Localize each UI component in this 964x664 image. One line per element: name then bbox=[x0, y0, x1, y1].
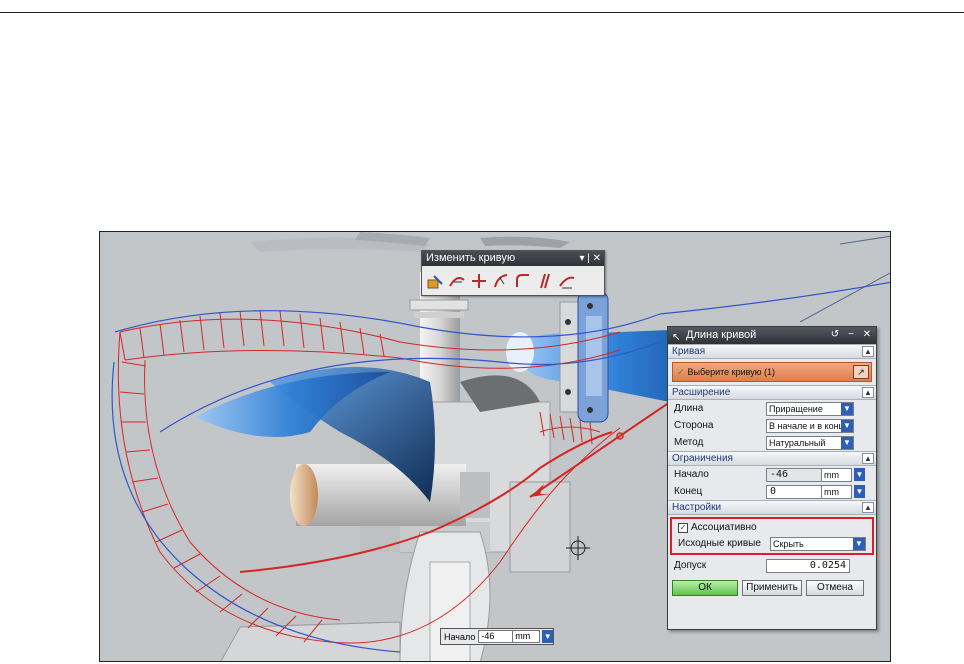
section-limits-title: Ограничения bbox=[672, 453, 733, 464]
method-row: Метод Натуральный ▼ bbox=[668, 434, 876, 451]
source-curves-dropdown[interactable]: Скрыть ▼ bbox=[770, 536, 866, 551]
end-input[interactable]: 0 bbox=[766, 484, 822, 499]
section-curve-title: Кривая bbox=[672, 346, 706, 357]
curve-length-dialog[interactable]: ↖ Длина кривой ↺ − ✕ Кривая ▲ ✓ Выберите… bbox=[667, 326, 877, 630]
length-row: Длина Приращение ▼ bbox=[668, 400, 876, 417]
close-icon[interactable]: ✕ bbox=[860, 328, 874, 342]
trim-curve-icon[interactable] bbox=[447, 270, 467, 292]
cancel-button[interactable]: Отмена bbox=[806, 580, 864, 596]
start-bubble-unit[interactable]: mm bbox=[513, 630, 541, 643]
start-input[interactable]: -46 bbox=[766, 467, 822, 482]
length-label: Длина bbox=[674, 403, 704, 414]
chevron-down-icon[interactable]: ▼ bbox=[841, 402, 853, 415]
method-dropdown[interactable]: Натуральный ▼ bbox=[766, 435, 854, 450]
section-curve-header[interactable]: Кривая ▲ bbox=[668, 344, 876, 359]
method-label: Метод bbox=[674, 437, 704, 448]
section-settings-header[interactable]: Настройки ▲ bbox=[668, 500, 876, 515]
settings-highlight-box: ✓ Ассоциативно Исходные кривые Скрыть ▼ bbox=[670, 517, 874, 555]
chevron-down-icon[interactable]: ▼ bbox=[853, 537, 865, 550]
page: Изменить кривую ▾ | ✕ ↖ Длина кривой ↺ −… bbox=[0, 0, 964, 664]
tolerance-input[interactable]: 0.0254 bbox=[766, 558, 850, 573]
dialog-titlebar[interactable]: ↖ Длина кривой ↺ − ✕ bbox=[668, 327, 876, 344]
start-unit[interactable]: mm bbox=[822, 467, 852, 482]
end-spinner-icon[interactable]: ▼ bbox=[854, 485, 865, 498]
pick-curve-icon[interactable]: ↗ bbox=[853, 365, 869, 379]
edit-curve-params-icon[interactable] bbox=[425, 270, 445, 292]
toolbar-title: Изменить кривую ▾ | ✕ bbox=[422, 251, 604, 266]
graphics-viewport[interactable]: Изменить кривую ▾ | ✕ ↖ Длина кривой ↺ −… bbox=[99, 231, 891, 662]
dialog-buttons: ОК Применить Отмена bbox=[668, 574, 876, 596]
collapse-icon[interactable]: ▲ bbox=[862, 387, 874, 398]
minimize-icon[interactable]: − bbox=[844, 328, 858, 342]
start-row: Начало -46 mm ▼ bbox=[668, 466, 876, 483]
start-spinner-icon[interactable]: ▼ bbox=[854, 468, 865, 481]
method-value: Натуральный bbox=[769, 437, 826, 448]
toolbar-controls[interactable]: ▾ | ✕ bbox=[579, 251, 601, 266]
top-divider bbox=[0, 12, 964, 13]
select-curve-label: Выберите кривую (1) bbox=[687, 367, 775, 377]
tolerance-label: Допуск bbox=[674, 560, 707, 571]
tolerance-row: Допуск 0.0254 bbox=[668, 557, 876, 574]
source-curves-value: Скрыть bbox=[773, 538, 804, 549]
curve-length-icon[interactable] bbox=[557, 270, 577, 292]
length-dropdown[interactable]: Приращение ▼ bbox=[766, 401, 854, 416]
collapse-icon[interactable]: ▲ bbox=[862, 346, 874, 357]
dialog-title: Длина кривой bbox=[686, 329, 757, 341]
source-curves-row: Исходные кривые Скрыть ▼ bbox=[672, 535, 872, 552]
section-extension-header[interactable]: Расширение ▲ bbox=[668, 385, 876, 400]
associative-checkbox[interactable]: ✓ bbox=[678, 522, 688, 533]
divide-curve-icon[interactable] bbox=[491, 270, 511, 292]
start-bubble-input[interactable]: -46 bbox=[478, 630, 514, 643]
end-row: Конец 0 mm ▼ bbox=[668, 483, 876, 500]
associative-row[interactable]: ✓ Ассоциативно bbox=[672, 520, 872, 535]
checkmark-icon: ✓ bbox=[677, 366, 685, 377]
edit-fillet-icon[interactable] bbox=[513, 270, 533, 292]
side-dropdown[interactable]: В начале и в конце ▼ bbox=[766, 418, 854, 433]
chevron-down-icon[interactable]: ▼ bbox=[841, 419, 853, 432]
reset-icon[interactable]: ↺ bbox=[828, 328, 842, 342]
trim-corner-icon[interactable] bbox=[469, 270, 489, 292]
edit-curve-toolbar[interactable]: Изменить кривую ▾ | ✕ bbox=[421, 250, 605, 296]
start-input-bubble[interactable]: Начало -46 mm ▼ bbox=[440, 628, 554, 645]
chevron-down-icon[interactable]: ▼ bbox=[841, 436, 853, 449]
section-limits-header[interactable]: Ограничения ▲ bbox=[668, 451, 876, 466]
dialog-controls: ↺ − ✕ bbox=[828, 328, 874, 342]
apply-button[interactable]: Применить bbox=[742, 580, 802, 596]
source-curves-label: Исходные кривые bbox=[678, 538, 761, 549]
side-label: Сторона bbox=[674, 420, 714, 431]
toolbar-icons bbox=[422, 266, 604, 296]
associative-label: Ассоциативно bbox=[691, 522, 757, 533]
end-label: Конец bbox=[674, 486, 703, 497]
start-bubble-label: Начало bbox=[444, 631, 476, 642]
section-settings-title: Настройки bbox=[672, 502, 722, 513]
length-value: Приращение bbox=[769, 403, 823, 414]
start-label: Начало bbox=[674, 469, 709, 480]
side-row: Сторона В начале и в конце ▼ bbox=[668, 417, 876, 434]
side-value: В начале и в конце bbox=[769, 420, 849, 431]
ok-button[interactable]: ОК bbox=[672, 580, 738, 596]
collapse-icon[interactable]: ▲ bbox=[862, 502, 874, 513]
start-bubble-spinner-icon[interactable]: ▼ bbox=[542, 630, 553, 643]
stretch-curve-icon[interactable] bbox=[535, 270, 555, 292]
section-extension-title: Расширение bbox=[672, 387, 731, 398]
toolbar-title-text: Изменить кривую bbox=[426, 252, 516, 264]
select-curve-field[interactable]: ✓ Выберите кривую (1) ↗ bbox=[672, 362, 872, 382]
end-unit[interactable]: mm bbox=[822, 484, 852, 499]
collapse-icon[interactable]: ▲ bbox=[862, 453, 874, 464]
